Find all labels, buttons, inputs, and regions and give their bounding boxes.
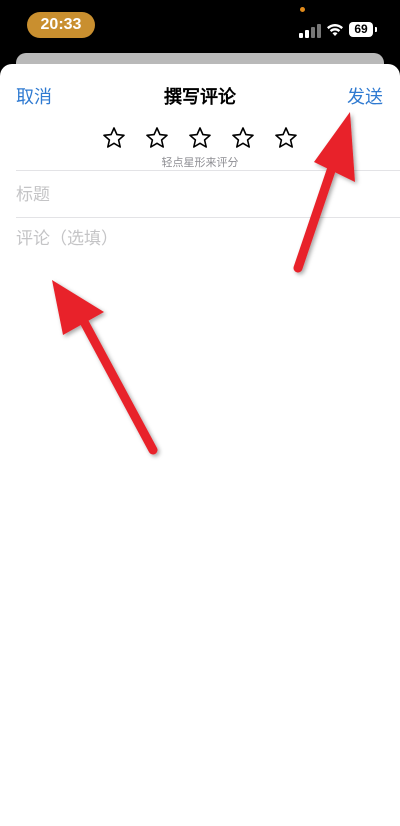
battery-indicator: 69 (349, 22, 373, 37)
write-review-sheet: 取消 撰写评论 发送 轻点星形来评分 标题 评论（选填） (0, 64, 400, 826)
wifi-icon (325, 22, 345, 42)
status-time: 20:33 (27, 12, 95, 38)
star-3-icon[interactable] (188, 126, 212, 150)
page-title: 撰写评论 (164, 87, 236, 108)
star-2-icon[interactable] (145, 126, 169, 150)
star-4-icon[interactable] (231, 126, 255, 150)
star-5-icon[interactable] (274, 126, 298, 150)
rating-hint: 轻点星形来评分 (161, 156, 239, 169)
divider (16, 170, 400, 171)
nav-bar: 取消 撰写评论 发送 (0, 64, 400, 124)
star-1-icon[interactable] (102, 126, 126, 150)
status-bar: 20:33 69 (0, 0, 400, 54)
send-button[interactable]: 发送 (347, 83, 383, 109)
title-field[interactable]: 标题 (16, 178, 384, 212)
cellular-signal-icon (299, 24, 321, 38)
review-field[interactable]: 评论（选填） (16, 222, 384, 522)
camera-indicator-dot (300, 7, 305, 12)
battery-cap-icon (375, 27, 377, 32)
divider (16, 217, 400, 218)
star-rating (0, 126, 400, 154)
